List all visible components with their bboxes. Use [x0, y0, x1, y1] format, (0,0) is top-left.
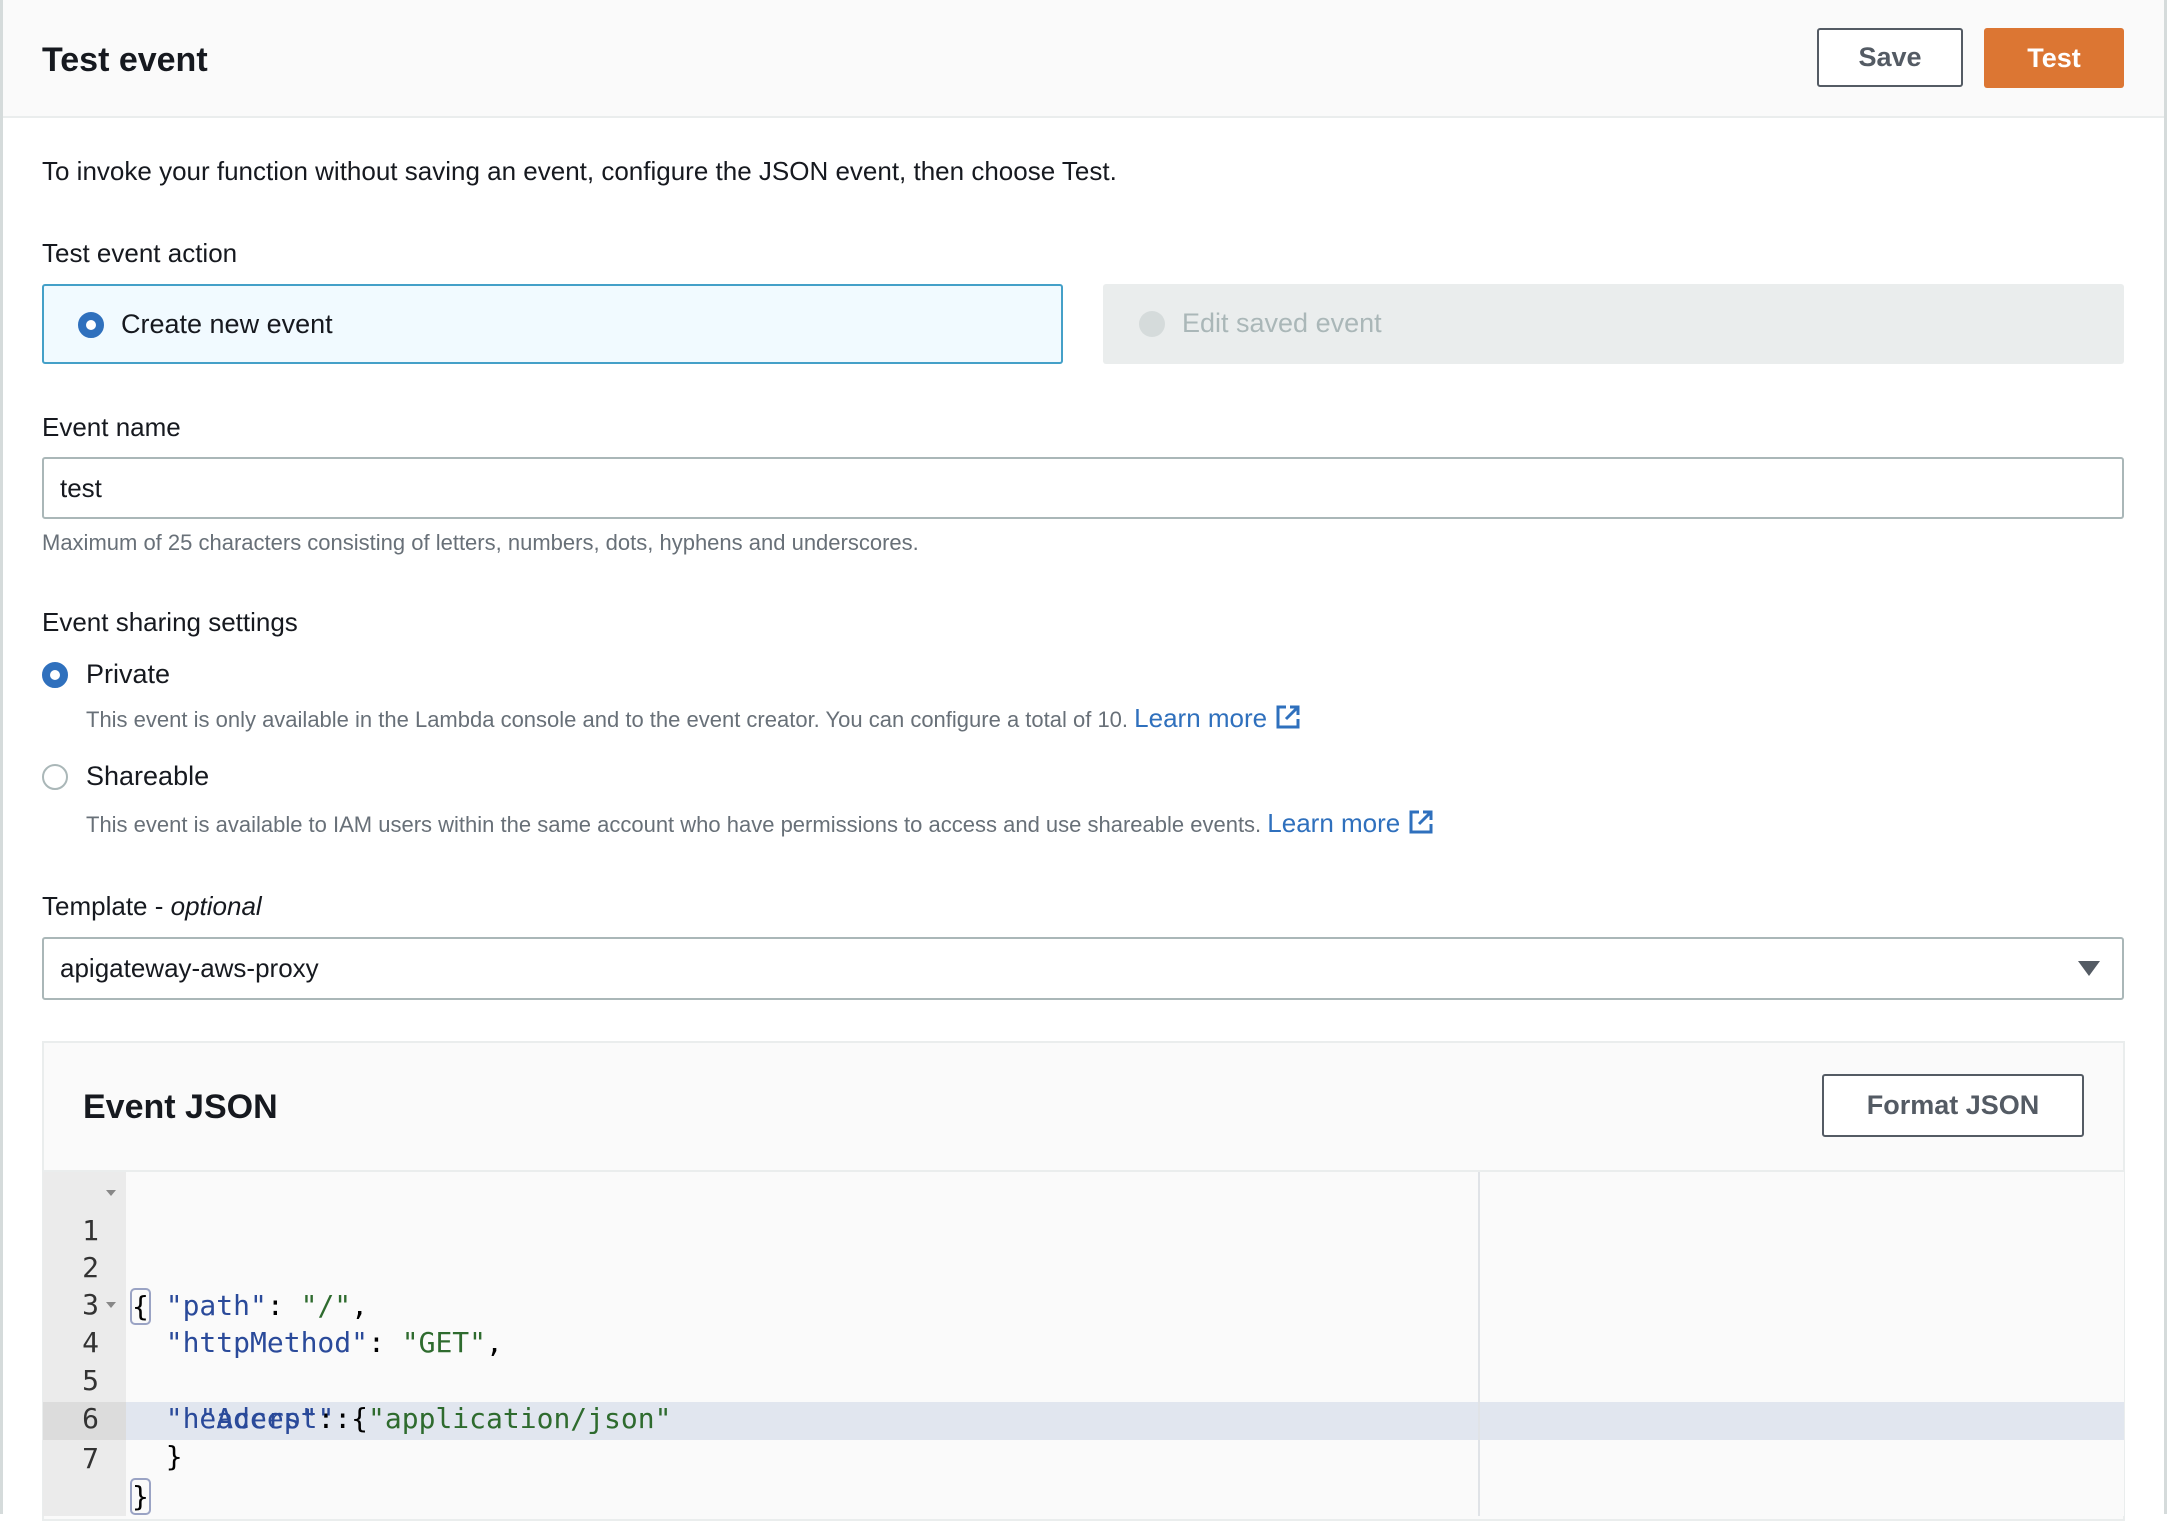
create-new-event-option[interactable]: Create new event — [42, 284, 1063, 364]
template-optional-text: optional — [170, 891, 262, 921]
event-name-label: Event name — [42, 412, 181, 442]
shareable-description: This event is available to IAM users wit… — [86, 808, 1434, 840]
shareable-radio[interactable] — [42, 764, 68, 790]
template-label-text: Template - — [42, 891, 171, 921]
code-line-7: 7 } — [43, 1402, 2124, 1515]
shareable-label[interactable]: Shareable — [86, 759, 209, 793]
external-link-icon — [1276, 705, 1300, 729]
learn-more-text: Learn more — [1134, 703, 1268, 733]
event-sharing-label: Event sharing settings — [42, 607, 298, 637]
event-name-hint: Maximum of 25 characters consisting of l… — [42, 530, 919, 555]
brace: } — [130, 1478, 151, 1515]
page-title: Test event — [42, 41, 208, 79]
template-label: Template - optional — [42, 889, 262, 923]
fold-arrow-icon[interactable] — [106, 1190, 116, 1196]
radio-disabled-icon — [1139, 311, 1165, 337]
code-line-2: 2 "path": "/", — [43, 1211, 2124, 1322]
private-label[interactable]: Private — [86, 657, 170, 691]
test-button[interactable]: Test — [1984, 28, 2124, 88]
line-number: 7 — [82, 1442, 99, 1475]
code-line-5: 5 "Accept": "application/json" — [43, 1324, 2124, 1435]
code-line-1: 1 { — [43, 1174, 2124, 1325]
event-name-input[interactable]: test — [42, 457, 2124, 519]
code-line-6: 6 } — [43, 1362, 2124, 1473]
shareable-learn-more-link[interactable]: Learn more — [1267, 808, 1434, 838]
brace: } — [165, 1440, 183, 1473]
edit-saved-event-label: Edit saved event — [1182, 308, 1382, 338]
format-json-button[interactable]: Format JSON — [1822, 1074, 2084, 1137]
code-line-3: 3 "httpMethod": "GET", — [43, 1248, 2124, 1359]
event-json-title: Event JSON — [83, 1088, 278, 1126]
frame-border-left — [0, 0, 3, 1514]
radio-selected-icon[interactable] — [78, 312, 104, 338]
fold-arrow-icon[interactable] — [106, 1302, 116, 1308]
private-description-text: This event is only available in the Lamb… — [86, 707, 1129, 732]
save-button[interactable]: Save — [1817, 28, 1963, 87]
template-selected-value: apigateway-aws-proxy — [60, 953, 319, 983]
code-line-4: 4 "headers": { — [43, 1286, 2124, 1435]
learn-more-text: Learn more — [1267, 808, 1401, 838]
intro-text: To invoke your function without saving a… — [42, 156, 1117, 186]
create-new-event-label: Create new event — [121, 309, 333, 339]
private-learn-more-link[interactable]: Learn more — [1134, 703, 1301, 733]
template-select[interactable]: apigateway-aws-proxy — [42, 937, 2124, 1000]
frame-border-right — [2164, 0, 2167, 1514]
caret-down-icon — [2078, 961, 2100, 976]
test-event-action-label: Test event action — [42, 238, 238, 268]
private-radio[interactable] — [42, 662, 68, 688]
shareable-description-text: This event is available to IAM users wit… — [86, 812, 1262, 837]
edit-saved-event-option: Edit saved event — [1103, 284, 2124, 364]
private-description: This event is only available in the Lamb… — [86, 703, 1301, 735]
json-code-editor[interactable]: 1 { 2 "path": "/", 3 "httpMethod": "GET"… — [43, 1170, 2124, 1516]
event-name-value: test — [60, 472, 102, 503]
external-link-icon — [1409, 810, 1433, 834]
